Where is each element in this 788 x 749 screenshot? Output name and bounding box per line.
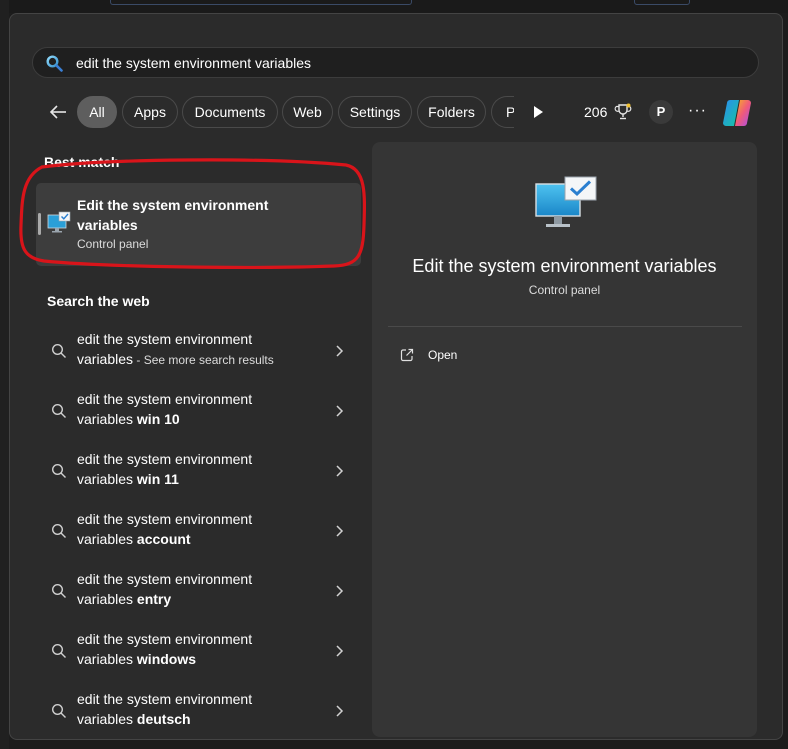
web-result[interactable]: edit the system environment variables wi… xyxy=(36,443,361,499)
search-icon xyxy=(46,55,63,72)
best-match-heading: Best match xyxy=(44,154,120,170)
web-result-line1: edit the system environment xyxy=(77,511,253,527)
best-match-result[interactable]: Edit the system environment variables Co… xyxy=(36,183,361,266)
chevron-right-icon xyxy=(336,705,344,717)
web-result-suggestion: deutsch xyxy=(133,711,191,727)
tab-folders[interactable]: Folders xyxy=(417,96,486,128)
web-result[interactable]: edit the system environment variables de… xyxy=(36,683,361,739)
web-result-line2: variables win 10 xyxy=(77,411,180,427)
back-arrow-icon[interactable] xyxy=(46,100,70,124)
chevron-right-icon xyxy=(336,465,344,477)
selection-indicator xyxy=(38,213,41,235)
tab-apps[interactable]: Apps xyxy=(122,96,178,128)
web-result-line1: edit the system environment xyxy=(77,571,253,587)
web-result-line2: variables windows xyxy=(77,651,196,667)
preview-subtitle: Control panel xyxy=(528,283,601,297)
best-match-subtitle: Control panel xyxy=(77,237,149,251)
web-result-query: variables xyxy=(77,711,134,727)
web-result-line2: variables deutsch xyxy=(77,711,191,727)
search-icon xyxy=(51,523,66,538)
background-tab xyxy=(634,0,690,5)
system-properties-icon xyxy=(47,211,71,233)
background-tab xyxy=(110,0,412,5)
chevron-right-icon xyxy=(336,525,344,537)
web-result-suggestion: win 10 xyxy=(133,411,180,427)
search-icon xyxy=(51,703,66,718)
chevron-right-icon xyxy=(336,585,344,597)
web-result-query: variables xyxy=(77,651,134,667)
tab-web[interactable]: Web xyxy=(282,96,333,128)
web-result-query: variables xyxy=(77,591,134,607)
web-result-line1: edit the system environment xyxy=(77,631,253,647)
best-match-title: Edit the system environment variables xyxy=(77,195,297,235)
trophy-icon[interactable] xyxy=(614,103,632,121)
web-result[interactable]: edit the system environment variables wi… xyxy=(36,383,361,439)
web-result-line2: variables account xyxy=(77,531,191,547)
tab-all[interactable]: All xyxy=(77,96,117,128)
chevron-right-icon xyxy=(336,645,344,657)
rewards-points: 206 xyxy=(584,104,608,120)
search-icon xyxy=(51,643,66,658)
search-icon xyxy=(51,583,66,598)
background-window-edge xyxy=(0,0,9,749)
web-result-suggestion: entry xyxy=(133,591,172,607)
preview-title: Edit the system environment variables xyxy=(412,256,717,276)
web-result-query: variables xyxy=(77,531,134,547)
divider xyxy=(388,326,742,327)
web-result-query: variables xyxy=(77,351,134,367)
chevron-right-icon xyxy=(336,405,344,417)
search-icon xyxy=(51,403,66,418)
filter-bar: All Apps Documents Web Settings Folders … xyxy=(10,96,784,128)
search-web-heading: Search the web xyxy=(47,293,150,309)
web-result-query: variables xyxy=(77,471,134,487)
web-result-line1: edit the system environment xyxy=(77,451,253,467)
copilot-icon[interactable] xyxy=(721,97,753,129)
open-action[interactable]: Open xyxy=(428,348,457,362)
web-result-line1: edit the system environment xyxy=(77,331,253,347)
tab-photos[interactable]: Ph xyxy=(491,96,514,128)
web-result-suggestion: account xyxy=(133,531,191,547)
avatar[interactable]: P xyxy=(649,100,673,124)
results-list: Best match Edit the system environment v… xyxy=(10,142,372,732)
web-result-line2: variables win 11 xyxy=(77,471,179,487)
web-result-line1: edit the system environment xyxy=(77,391,253,407)
best-match-title-line2: variables xyxy=(77,217,138,233)
web-result[interactable]: edit the system environment variables - … xyxy=(36,323,361,379)
search-box[interactable] xyxy=(32,47,759,78)
search-input[interactable] xyxy=(76,48,736,77)
tab-documents[interactable]: Documents xyxy=(182,96,278,128)
start-search-flyout: All Apps Documents Web Settings Folders … xyxy=(9,13,783,740)
web-result-line2: variables entry xyxy=(77,591,171,607)
scroll-right-icon[interactable] xyxy=(531,105,545,119)
web-result-suggestion: win 11 xyxy=(133,471,179,487)
chevron-right-icon xyxy=(336,345,344,357)
web-result[interactable]: edit the system environment variables wi… xyxy=(36,623,361,679)
tab-settings[interactable]: Settings xyxy=(338,96,412,128)
open-external-icon[interactable] xyxy=(400,348,414,362)
web-result-suggestion: windows xyxy=(133,651,197,667)
web-result-query: variables xyxy=(77,411,134,427)
more-options-button[interactable]: ··· xyxy=(688,96,707,126)
web-result-line2: variables - See more search results xyxy=(77,351,274,367)
web-result[interactable]: edit the system environment variables ac… xyxy=(36,503,361,559)
preview-pane: Edit the system environment variables Co… xyxy=(372,142,757,737)
see-more-text: - See more search results xyxy=(133,353,274,367)
system-properties-icon xyxy=(535,176,597,227)
search-icon xyxy=(51,463,66,478)
web-result[interactable]: edit the system environment variables en… xyxy=(36,563,361,619)
best-match-title-line1: Edit the system environment xyxy=(77,197,269,213)
web-result-line1: edit the system environment xyxy=(77,691,253,707)
search-icon xyxy=(51,343,66,358)
